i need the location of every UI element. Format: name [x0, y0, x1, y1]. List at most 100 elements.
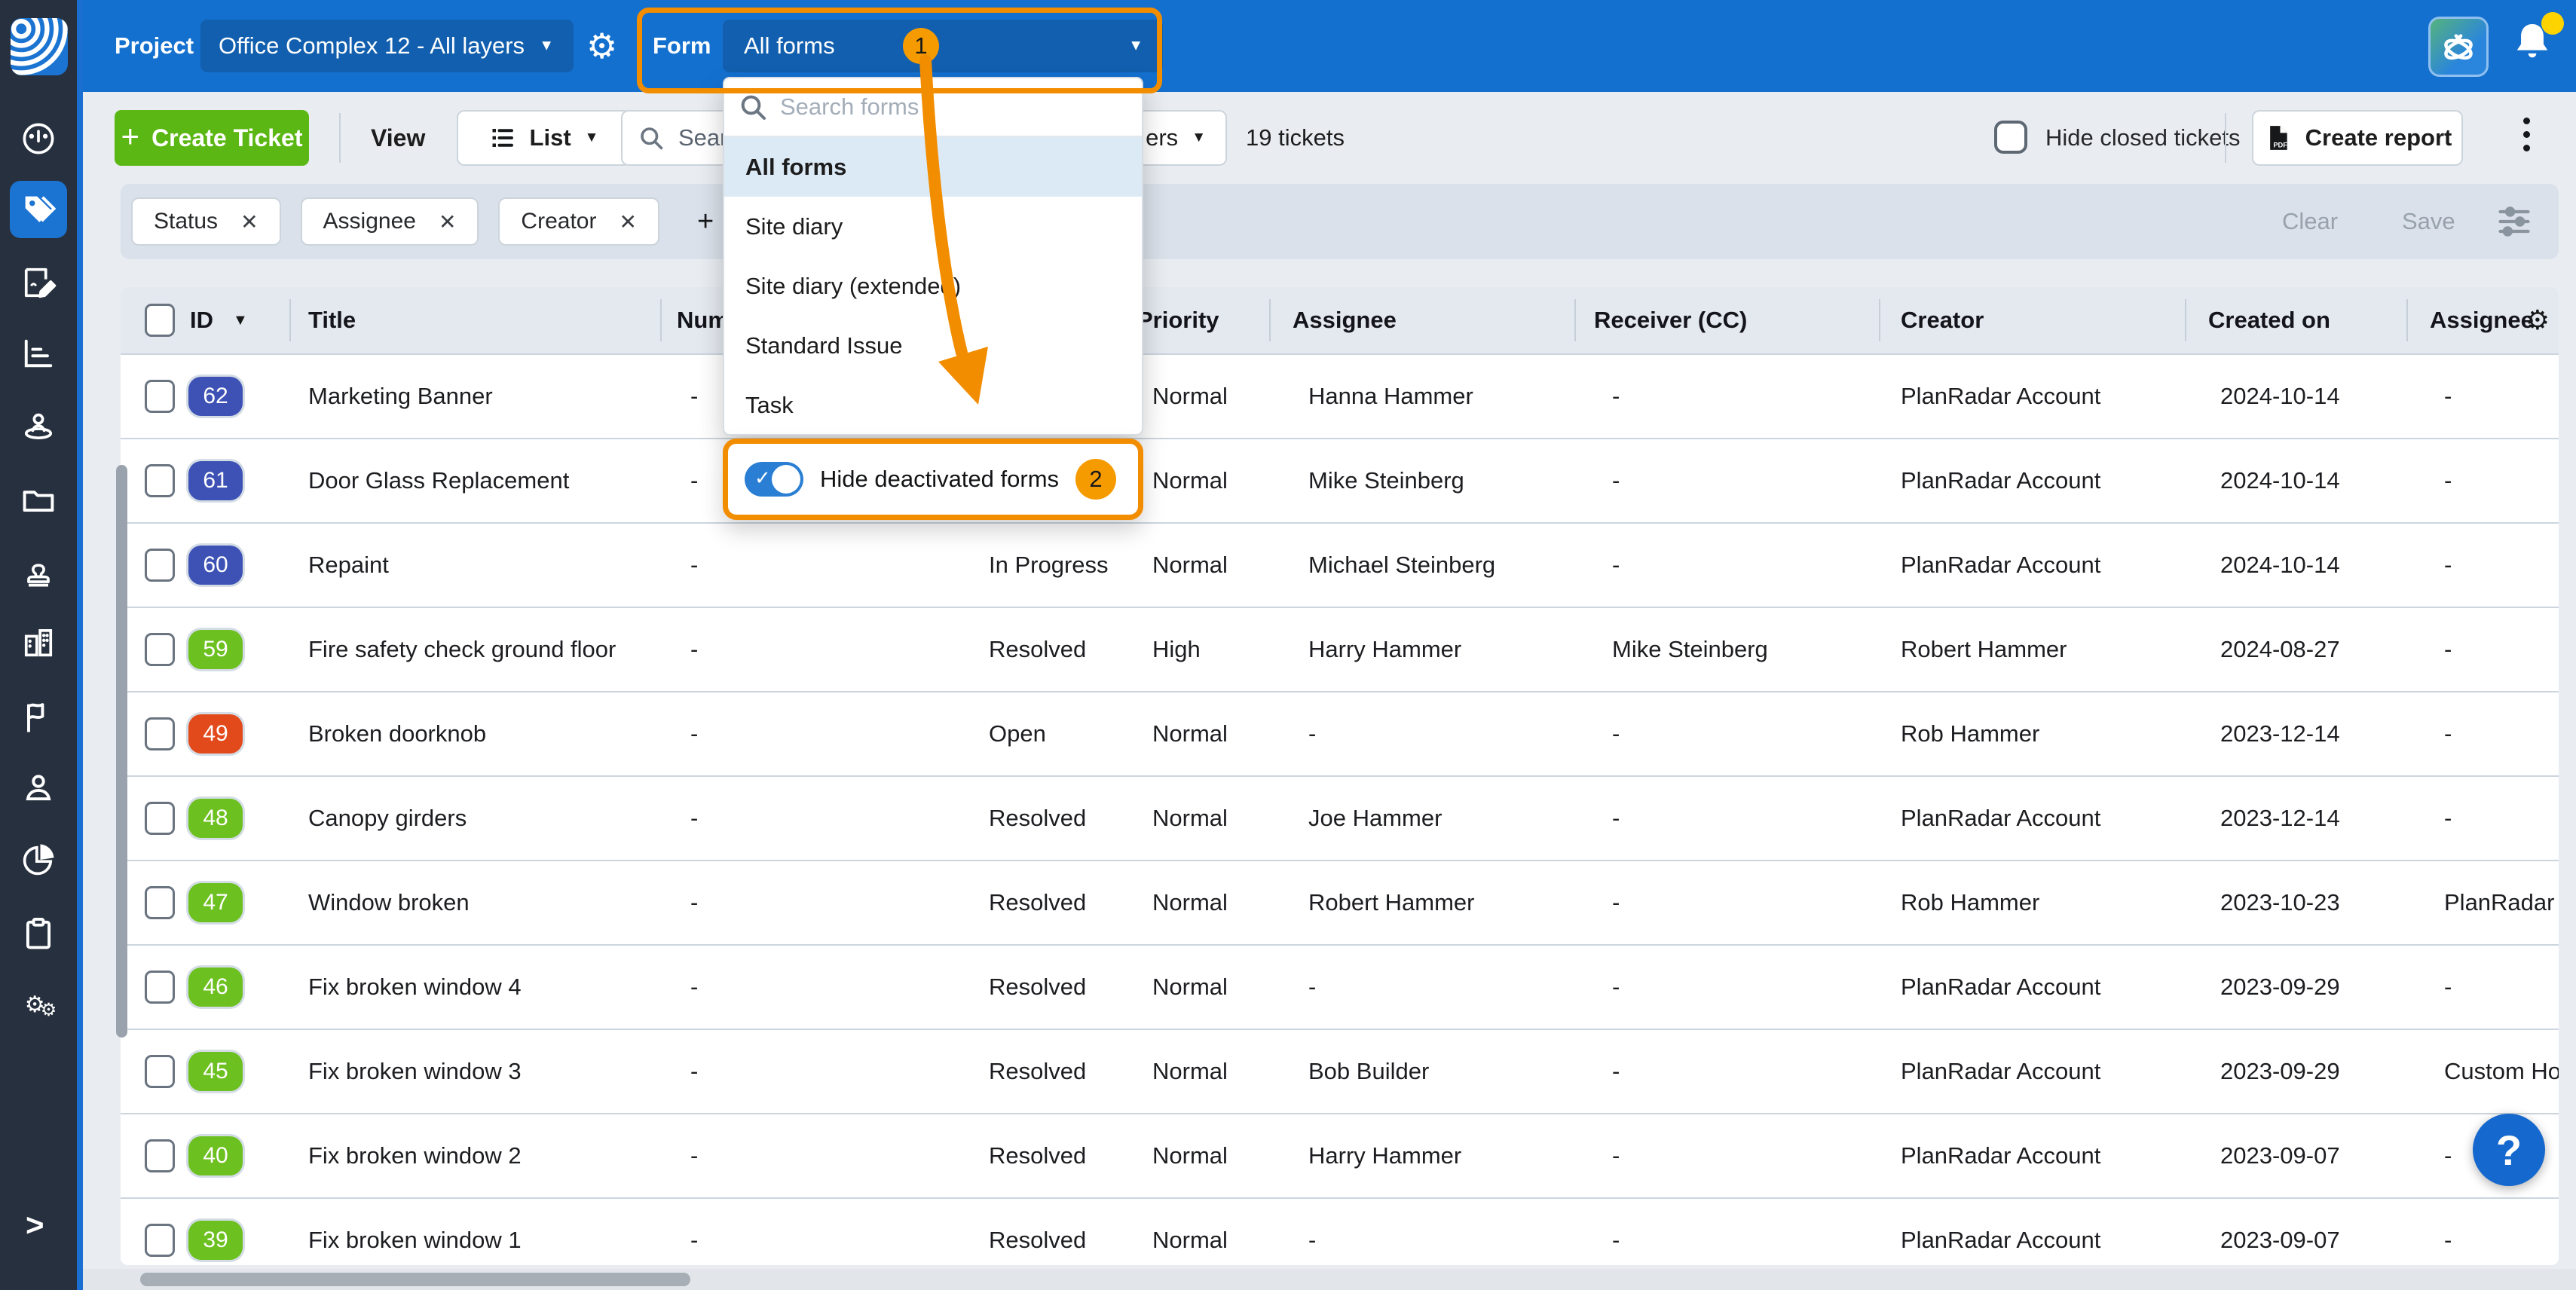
row-checkbox[interactable] — [145, 1139, 175, 1172]
table-row[interactable]: 45 Fix broken window 3 - Resolved Normal… — [121, 1029, 2559, 1113]
stamp-icon[interactable] — [19, 552, 58, 591]
settings-gears-icon[interactable]: ⚙⚙ — [19, 985, 58, 1024]
table-row[interactable]: 48 Canopy girders - Resolved Normal Joe … — [121, 775, 2559, 860]
filter-chip[interactable]: Status✕ — [131, 197, 281, 246]
table-row[interactable]: 60 Repaint - In Progress Normal Michael … — [121, 522, 2559, 607]
company-icon[interactable] — [19, 622, 58, 662]
cell-creator: Robert Hammer — [1879, 608, 2185, 691]
form-select[interactable]: All forms 1 ▼ — [723, 20, 1163, 72]
project-settings-gear-icon[interactable]: ⚙ — [586, 0, 617, 92]
site-diary-icon[interactable] — [19, 263, 58, 302]
cell-creator: Rob Hammer — [1879, 692, 2185, 775]
col-creator[interactable]: Creator — [1879, 287, 2185, 353]
remove-filter-icon[interactable]: ✕ — [240, 209, 258, 234]
flag-icon[interactable] — [19, 698, 58, 737]
col-title[interactable]: Title — [289, 287, 660, 353]
cell-assignee: Robert Hammer — [1269, 861, 1574, 944]
horizontal-scrollbar-thumb[interactable] — [140, 1273, 690, 1286]
col-assigned[interactable]: Assignee ⚙ — [2406, 287, 2559, 353]
user-icon[interactable] — [19, 768, 58, 807]
row-checkbox[interactable] — [145, 549, 175, 582]
cell-created-on: 2024-10-14 — [2185, 439, 2406, 522]
expand-sidebar-chevron[interactable]: > — [26, 1207, 44, 1243]
cell-assignee: Harry Hammer — [1269, 1114, 1574, 1197]
col-receiver[interactable]: Receiver (CC) — [1574, 287, 1879, 353]
save-filters-button[interactable]: Save — [2402, 184, 2455, 259]
cell-priority: High — [1123, 608, 1269, 691]
cell-title: Fix broken window 1 — [289, 1199, 660, 1265]
col-assignee[interactable]: Assignee — [1269, 287, 1574, 353]
col-priority[interactable]: Priority — [1123, 287, 1269, 353]
table-row[interactable]: 40 Fix broken window 2 - Resolved Normal… — [121, 1113, 2559, 1197]
notifications-bell-icon[interactable] — [2508, 18, 2561, 71]
observer-icon[interactable] — [19, 407, 58, 446]
filter-chip[interactable]: Assignee✕ — [301, 197, 479, 246]
table-row[interactable]: 46 Fix broken window 4 - Resolved Normal… — [121, 944, 2559, 1029]
form-option[interactable]: Standard Issue — [724, 316, 1142, 375]
row-checkbox[interactable] — [145, 886, 175, 919]
table-row[interactable]: 49 Broken doorknob - Open Normal - - Rob… — [121, 691, 2559, 775]
cell-number: - — [660, 1199, 959, 1265]
row-checkbox[interactable] — [145, 464, 175, 497]
help-button[interactable]: ? — [2473, 1114, 2545, 1186]
table-row[interactable]: 47 Window broken - Resolved Normal Rober… — [121, 860, 2559, 944]
form-option[interactable]: Task — [724, 375, 1142, 435]
row-checkbox[interactable] — [145, 717, 175, 750]
form-search-input[interactable]: Search forms — [724, 78, 1142, 137]
form-option[interactable]: Site diary — [724, 197, 1142, 256]
app-switcher-button[interactable] — [2428, 17, 2489, 77]
table-row[interactable]: 59 Fire safety check ground floor - Reso… — [121, 607, 2559, 691]
cell-created-on: 2023-09-07 — [2185, 1114, 2406, 1197]
cell-created-on: 2023-10-23 — [2185, 861, 2406, 944]
filter-chip[interactable]: Creator✕ — [498, 197, 659, 246]
project-label: Project — [115, 0, 194, 92]
check-icon: ✓ — [754, 466, 771, 490]
project-select[interactable]: Office Complex 12 - All layers ▼ — [200, 20, 574, 72]
table-row[interactable]: 39 Fix broken window 1 - Resolved Normal… — [121, 1197, 2559, 1265]
vertical-scrollbar[interactable] — [116, 465, 127, 1038]
remove-filter-icon[interactable]: ✕ — [439, 209, 456, 234]
pie-chart-icon[interactable] — [19, 840, 58, 879]
form-option[interactable]: Site diary (extended) — [724, 256, 1142, 316]
dashboard-icon[interactable] — [19, 119, 58, 158]
create-report-button[interactable]: PDF Create report — [2252, 110, 2463, 166]
select-all-checkbox[interactable] — [145, 304, 175, 337]
horizontal-scrollbar-track[interactable] — [83, 1269, 2576, 1290]
row-checkbox[interactable] — [145, 971, 175, 1004]
view-mode-select[interactable]: List ▼ — [457, 110, 631, 166]
remove-filter-icon[interactable]: ✕ — [619, 209, 636, 234]
row-checkbox[interactable] — [145, 633, 175, 666]
clear-filters-button[interactable]: Clear — [2282, 184, 2338, 259]
hide-deactivated-toggle[interactable]: ✓ — [745, 462, 803, 497]
cell-assignee: - — [1269, 946, 1574, 1029]
planradar-logo-icon[interactable] — [11, 18, 68, 75]
hide-closed-checkbox[interactable] — [1994, 121, 2027, 154]
cell-priority: Normal — [1123, 692, 1269, 775]
cell-creator: PlanRadar Account — [1879, 439, 2185, 522]
cell-priority: Normal — [1123, 439, 1269, 522]
more-options-kebab[interactable] — [2523, 118, 2531, 151]
statistics-icon[interactable] — [19, 334, 58, 373]
folder-icon[interactable] — [19, 480, 58, 519]
tickets-icon[interactable] — [19, 190, 58, 229]
cell-creator: PlanRadar Account — [1879, 946, 2185, 1029]
hide-closed-label: Hide closed tickets — [2045, 92, 2240, 184]
sort-caret-icon[interactable]: ▼ — [233, 312, 248, 329]
column-settings-gear-icon[interactable]: ⚙ — [2526, 304, 2550, 336]
form-option[interactable]: All forms — [724, 137, 1142, 197]
filter-settings-icon[interactable] — [2495, 184, 2534, 259]
clipboard-icon[interactable] — [19, 914, 58, 953]
create-ticket-button[interactable]: + Create Ticket — [115, 110, 309, 166]
row-checkbox[interactable] — [145, 380, 175, 413]
table-row[interactable]: 62 Marketing Banner - Normal Hanna Hamme… — [121, 353, 2559, 438]
row-checkbox[interactable] — [145, 802, 175, 835]
cell-priority: Normal — [1123, 946, 1269, 1029]
cell-status: Resolved — [959, 1114, 1123, 1197]
col-created-on[interactable]: Created on — [2185, 287, 2406, 353]
row-checkbox[interactable] — [145, 1224, 175, 1257]
table-row[interactable]: 61 Door Glass Replacement - Normal Mike … — [121, 438, 2559, 522]
row-checkbox[interactable] — [145, 1055, 175, 1088]
cell-creator: PlanRadar Account — [1879, 524, 2185, 607]
col-id[interactable]: ID — [190, 307, 213, 334]
cell-assignee: Joe Hammer — [1269, 777, 1574, 860]
